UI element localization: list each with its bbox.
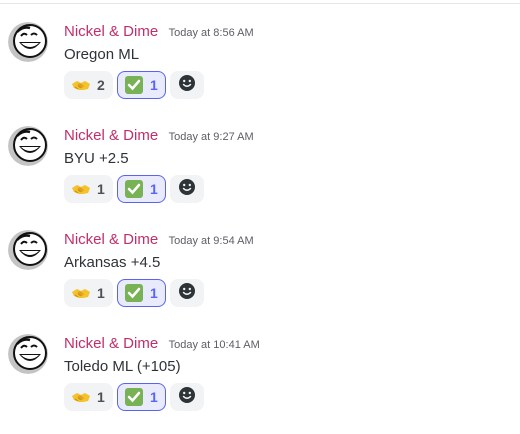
- handshake-icon: [71, 75, 91, 95]
- reactions-bar: 2 1: [64, 71, 204, 99]
- reaction-check-mark[interactable]: 1: [117, 279, 166, 307]
- handshake-icon: [71, 179, 91, 199]
- reactions-bar: 1 1: [64, 175, 204, 203]
- add-reaction-button[interactable]: [170, 71, 204, 99]
- add-reaction-button[interactable]: [170, 175, 204, 203]
- reaction-handshake[interactable]: 1: [64, 279, 113, 307]
- reaction-count: 1: [150, 181, 158, 197]
- add-reaction-button[interactable]: [170, 383, 204, 411]
- message-header: Nickel & Dime Today at 10:41 AM: [64, 335, 260, 353]
- reaction-count: 1: [150, 285, 158, 301]
- reaction-count: 1: [150, 77, 158, 93]
- avatar[interactable]: [8, 334, 48, 374]
- smiley-icon: [177, 73, 197, 98]
- smiley-icon: [177, 177, 197, 202]
- reaction-count: 1: [97, 389, 105, 405]
- message: Nickel & Dime Today at 8:56 AM Oregon ML…: [0, 22, 520, 122]
- timestamp: Today at 10:41 AM: [168, 339, 260, 351]
- reaction-check-mark[interactable]: 1: [117, 175, 166, 203]
- check-mark-icon: [124, 179, 144, 199]
- reaction-count: 1: [150, 389, 158, 405]
- smiley-icon: [177, 385, 197, 410]
- message: Nickel & Dime Today at 9:27 AM BYU +2.5 …: [0, 126, 520, 226]
- handshake-icon: [71, 283, 91, 303]
- reaction-handshake[interactable]: 1: [64, 383, 113, 411]
- reaction-handshake[interactable]: 1: [64, 175, 113, 203]
- reaction-count: 1: [97, 285, 105, 301]
- reactions-bar: 1 1: [64, 383, 204, 411]
- message-header: Nickel & Dime Today at 9:27 AM: [64, 127, 254, 145]
- timestamp: Today at 8:56 AM: [168, 27, 254, 39]
- username[interactable]: Nickel & Dime: [64, 127, 158, 144]
- timestamp: Today at 9:27 AM: [168, 131, 254, 143]
- message-content: Oregon ML: [64, 46, 140, 63]
- reactions-bar: 1 1: [64, 279, 204, 307]
- username[interactable]: Nickel & Dime: [64, 335, 158, 352]
- username[interactable]: Nickel & Dime: [64, 231, 158, 248]
- message: Nickel & Dime Today at 9:54 AM Arkansas …: [0, 230, 520, 330]
- add-reaction-button[interactable]: [170, 279, 204, 307]
- reaction-check-mark[interactable]: 1: [117, 383, 166, 411]
- check-mark-icon: [124, 387, 144, 407]
- message-content: Arkansas +4.5: [64, 254, 161, 271]
- check-mark-icon: [124, 75, 144, 95]
- message-content: Toledo ML (+105): [64, 358, 181, 375]
- avatar[interactable]: [8, 22, 48, 62]
- reaction-handshake[interactable]: 2: [64, 71, 113, 99]
- check-mark-icon: [124, 283, 144, 303]
- message-header: Nickel & Dime Today at 9:54 AM: [64, 231, 254, 249]
- reaction-count: 2: [97, 77, 105, 93]
- avatar[interactable]: [8, 126, 48, 166]
- reaction-check-mark[interactable]: 1: [117, 71, 166, 99]
- top-divider: [0, 3, 520, 4]
- handshake-icon: [71, 387, 91, 407]
- message-header: Nickel & Dime Today at 8:56 AM: [64, 23, 254, 41]
- avatar[interactable]: [8, 230, 48, 270]
- message: Nickel & Dime Today at 10:41 AM Toledo M…: [0, 334, 520, 434]
- message-content: BYU +2.5: [64, 150, 129, 167]
- smiley-icon: [177, 281, 197, 306]
- reaction-count: 1: [97, 181, 105, 197]
- username[interactable]: Nickel & Dime: [64, 23, 158, 40]
- timestamp: Today at 9:54 AM: [168, 235, 254, 247]
